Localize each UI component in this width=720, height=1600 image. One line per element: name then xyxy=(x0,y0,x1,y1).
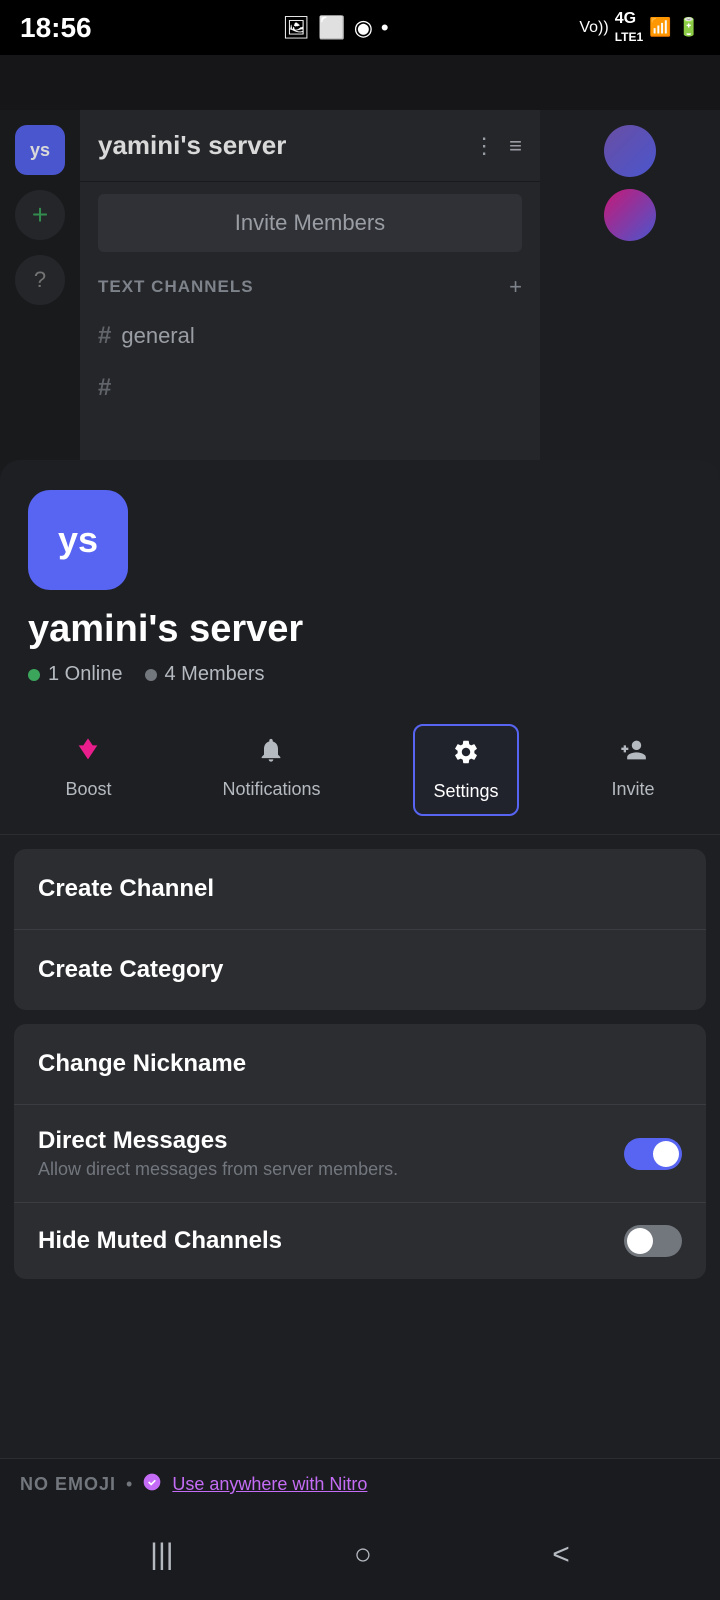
hide-muted-content: Hide Muted Channels xyxy=(38,1227,282,1255)
bg-add-channel-icon: + xyxy=(509,274,522,300)
vol-icon: Vo)) xyxy=(579,19,608,37)
status-left-icons: 🖼 ⬜ ◉ • xyxy=(282,15,388,41)
screen-icon: ⬜ xyxy=(318,15,345,41)
nitro-icon xyxy=(142,1472,162,1498)
direct-messages-toggle[interactable] xyxy=(624,1138,682,1170)
tab-notifications[interactable]: Notifications xyxy=(204,724,338,816)
invite-icon xyxy=(619,736,647,771)
nav-recent-apps-button[interactable]: ||| xyxy=(150,1538,173,1572)
bg-header-icons: ⋮ ≡ xyxy=(473,133,522,159)
direct-messages-title: Direct Messages xyxy=(38,1127,398,1155)
bg-channel-general: # general xyxy=(80,310,540,362)
hide-muted-toggle[interactable] xyxy=(624,1225,682,1257)
settings-icon xyxy=(452,738,480,773)
photo-icon: 🖼 xyxy=(282,15,310,41)
change-nickname-item[interactable]: Change Nickname xyxy=(14,1024,706,1105)
bg-invite-button: Invite Members xyxy=(98,194,522,252)
status-time: 18:56 xyxy=(20,12,92,44)
tab-boost[interactable]: Boost xyxy=(47,724,129,816)
bell-icon xyxy=(257,736,285,771)
bottom-sheet: ys yamini's server 1 Online 4 Members Bo… xyxy=(0,460,720,1545)
bg-add-button: + xyxy=(15,190,65,240)
server-name: yamini's server xyxy=(28,608,692,651)
online-stat: 1 Online xyxy=(28,663,123,686)
no-emoji-label: NO EMOJI xyxy=(20,1474,116,1495)
tab-notifications-label: Notifications xyxy=(222,779,320,800)
nav-back-button[interactable]: < xyxy=(552,1538,570,1572)
hide-muted-title: Hide Muted Channels xyxy=(38,1227,282,1255)
direct-messages-subtitle: Allow direct messages from server member… xyxy=(38,1159,398,1180)
nitro-link-text[interactable]: Use anywhere with Nitro xyxy=(172,1474,367,1495)
create-section: Create Channel Create Category xyxy=(14,849,706,1010)
online-dot xyxy=(28,669,40,681)
bg-server-name: yamini's server xyxy=(98,130,286,161)
tab-settings-label: Settings xyxy=(433,781,498,802)
server-avatar: ys xyxy=(28,490,128,590)
server-info: ys yamini's server 1 Online 4 Members xyxy=(0,460,720,706)
tab-boost-label: Boost xyxy=(65,779,111,800)
toggle-thumb-muted xyxy=(627,1228,653,1254)
bg-avatar-2 xyxy=(604,189,656,241)
more-icon: ⋮ xyxy=(473,133,495,159)
create-channel-item[interactable]: Create Channel xyxy=(14,849,706,930)
hide-muted-item[interactable]: Hide Muted Channels xyxy=(14,1203,706,1279)
chrome-icon: ◉ xyxy=(354,15,373,41)
tab-settings[interactable]: Settings xyxy=(413,724,518,816)
status-right-icons: Vo)) 4GLTE1 📶 🔋 xyxy=(579,10,700,46)
battery-icon: 🔋 xyxy=(678,17,700,38)
dot-icon: • xyxy=(381,15,389,41)
boost-icon xyxy=(74,736,102,771)
server-stats: 1 Online 4 Members xyxy=(28,663,692,686)
bg-avatar-1 xyxy=(604,125,656,177)
members-dot xyxy=(145,669,157,681)
bg-category-name: TEXT CHANNELS xyxy=(98,277,254,297)
nav-home-button[interactable]: ○ xyxy=(354,1538,372,1572)
nav-buttons: ||| ○ < xyxy=(0,1538,720,1572)
direct-messages-content: Direct Messages Allow direct messages fr… xyxy=(38,1127,398,1180)
bg-category: TEXT CHANNELS + xyxy=(80,264,540,310)
nitro-bar: NO EMOJI • Use anywhere with Nitro xyxy=(0,1458,720,1510)
menu-icon: ≡ xyxy=(509,133,522,159)
create-category-item[interactable]: Create Category xyxy=(14,930,706,1010)
bg-help-button: ? xyxy=(15,255,65,305)
toggle-thumb-dm xyxy=(653,1141,679,1167)
status-bar: 18:56 🖼 ⬜ ◉ • Vo)) 4GLTE1 📶 🔋 xyxy=(0,0,720,55)
bottom-nav-bar: ||| ○ < xyxy=(0,1510,720,1600)
action-tabs: Boost Notifications Settings xyxy=(0,706,720,835)
bg-server-icon: ys xyxy=(15,125,65,175)
nitro-separator: • xyxy=(126,1474,132,1495)
bg-header: yamini's server ⋮ ≡ xyxy=(80,110,540,182)
bg-channel-extra: # xyxy=(80,362,540,414)
members-stat: 4 Members xyxy=(145,663,265,686)
signal-icon: 📶 xyxy=(649,17,671,38)
tab-invite[interactable]: Invite xyxy=(593,724,672,816)
background-discord: ys + ? yamini's server ⋮ ≡ Invite Member… xyxy=(0,55,720,475)
lte-icon: 4GLTE1 xyxy=(615,10,643,46)
tab-invite-label: Invite xyxy=(611,779,654,800)
direct-messages-item[interactable]: Direct Messages Allow direct messages fr… xyxy=(14,1105,706,1203)
settings-section: Change Nickname Direct Messages Allow di… xyxy=(14,1024,706,1279)
